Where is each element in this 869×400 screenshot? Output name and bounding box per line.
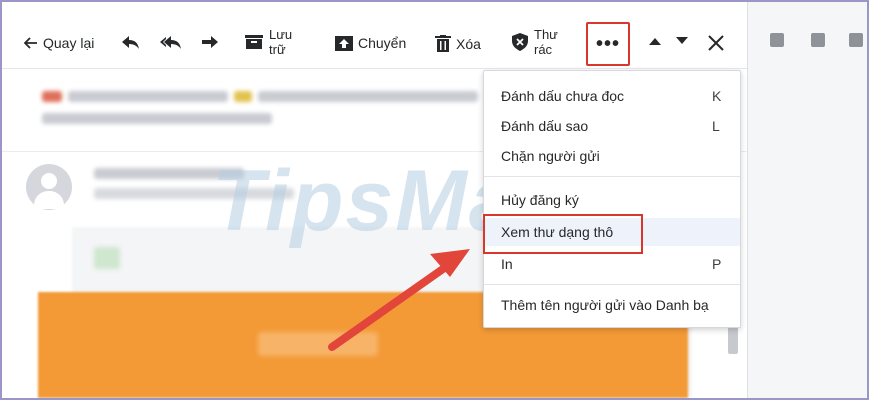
menu-item-label: Xem thư dạng thô: [501, 224, 614, 240]
blurred-recipient-line: [94, 188, 294, 199]
spam-label: Thư rác: [534, 27, 558, 57]
back-arrow-icon: [24, 37, 37, 49]
back-label: Quay lại: [43, 35, 95, 51]
menu-item-mark-unread[interactable]: Đánh dấu chưa đọc K: [484, 82, 740, 110]
menu-item-add-contact[interactable]: Thêm tên người gửi vào Danh bạ: [484, 291, 740, 319]
menu-item-label: Thêm tên người gửi vào Danh bạ: [501, 297, 709, 313]
archive-button[interactable]: Lưu trữ: [245, 27, 292, 57]
menu-item-block-sender[interactable]: Chặn người gửi: [484, 142, 740, 170]
spam-label-line2: rác: [534, 42, 553, 57]
menu-divider: [484, 284, 740, 285]
archive-icon: [245, 35, 263, 49]
blurred-subject-line-3: [42, 113, 272, 124]
archive-label-line2: trữ: [269, 42, 286, 57]
notepad-icon[interactable]: [849, 33, 863, 47]
menu-item-shortcut: K: [712, 88, 722, 104]
blurred-emoji: [234, 91, 252, 102]
menu-item-label: Hủy đăng ký: [501, 192, 579, 208]
chevron-up-icon: [649, 38, 661, 45]
back-button[interactable]: Quay lại: [24, 35, 94, 51]
menu-item-shortcut: L: [712, 118, 720, 134]
archive-label-line1: Lưu: [269, 27, 293, 42]
move-button[interactable]: Chuyển: [335, 35, 406, 51]
blurred-subject-line: [68, 91, 228, 102]
reply-all-button[interactable]: [160, 36, 182, 50]
spam-label-line1: Thư: [534, 27, 558, 42]
contacts-icon[interactable]: [770, 33, 784, 47]
menu-item-label: Đánh dấu chưa đọc: [501, 88, 625, 104]
right-sidebar: [747, 2, 867, 398]
trash-icon: [435, 35, 451, 52]
forward-button[interactable]: [202, 36, 218, 50]
move-label: Chuyển: [358, 35, 407, 51]
menu-item-view-raw[interactable]: Xem thư dạng thô: [484, 218, 740, 246]
blurred-banner-button: [258, 332, 378, 356]
reply-button[interactable]: [122, 36, 140, 50]
move-icon: [335, 36, 353, 51]
menu-item-label: Đánh dấu sao: [501, 118, 589, 134]
reply-icon: [122, 36, 139, 49]
calendar-icon[interactable]: [811, 33, 825, 47]
blurred-sender-line: [94, 168, 244, 179]
spam-button[interactable]: Thư rác: [512, 27, 558, 57]
reply-all-icon: [160, 36, 181, 49]
archive-label: Lưu trữ: [269, 27, 292, 57]
mail-window: Quay lại Lưu trữ Chuyển Xóa Thư rác ••• …: [0, 0, 869, 400]
menu-item-label: Chặn người gửi: [501, 148, 600, 164]
forward-icon: [202, 36, 218, 48]
blurred-card-logo: [94, 247, 120, 269]
menu-item-unsubscribe[interactable]: Hủy đăng ký: [484, 186, 740, 214]
menu-item-print[interactable]: In P: [484, 250, 740, 278]
more-button[interactable]: •••: [586, 22, 630, 66]
close-icon: [708, 35, 724, 51]
delete-label: Xóa: [456, 35, 481, 52]
shield-icon: [512, 33, 528, 51]
delete-button[interactable]: Xóa: [435, 35, 481, 52]
menu-item-label: In: [501, 256, 513, 272]
menu-item-star[interactable]: Đánh dấu sao L: [484, 112, 740, 140]
sender-avatar: [26, 164, 72, 210]
more-actions-menu: Đánh dấu chưa đọc K Đánh dấu sao L Chặn …: [483, 70, 741, 328]
message-toolbar: Quay lại Lưu trữ Chuyển Xóa Thư rác •••: [2, 2, 747, 69]
blurred-badge: [42, 91, 62, 102]
menu-item-shortcut: P: [712, 256, 722, 272]
next-message-button[interactable]: [676, 37, 688, 45]
menu-divider: [484, 176, 740, 177]
more-icon: •••: [595, 32, 620, 55]
previous-message-button[interactable]: [649, 37, 661, 45]
blurred-subject-line-2: [258, 91, 478, 102]
close-button[interactable]: [708, 35, 724, 51]
chevron-down-icon: [676, 37, 688, 44]
